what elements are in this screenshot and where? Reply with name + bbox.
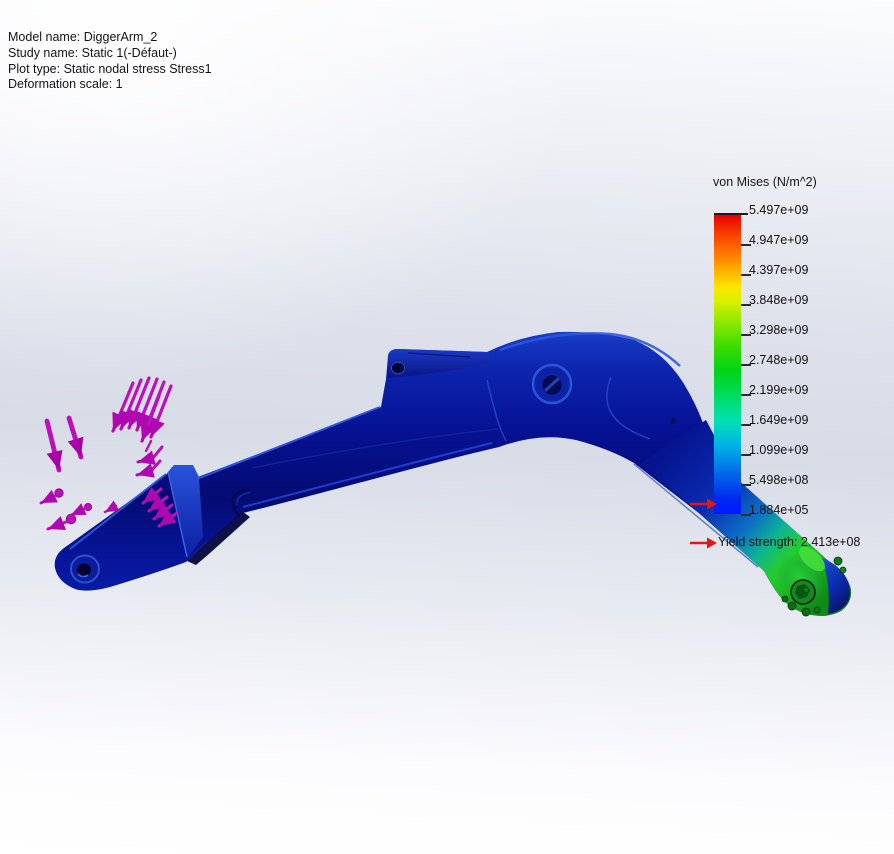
plot-type-line: Plot type: Static nodal stress Stress1 — [8, 62, 212, 78]
deformation-scale-line: Deformation scale: 1 — [8, 77, 212, 93]
solidworks-graphics-area: Model name: DiggerArm_2 Study name: Stat… — [0, 0, 894, 854]
plot-info-block: Model name: DiggerArm_2 Study name: Stat… — [8, 30, 212, 93]
bracket-hole — [391, 362, 404, 374]
study-name-line: Study name: Static 1(-Défaut-) — [8, 46, 212, 62]
load-arrows — [41, 378, 177, 529]
hub-speck — [804, 588, 808, 592]
model-name-line: Model name: DiggerArm_2 — [8, 30, 212, 46]
model-3d-scene[interactable] — [0, 0, 894, 854]
